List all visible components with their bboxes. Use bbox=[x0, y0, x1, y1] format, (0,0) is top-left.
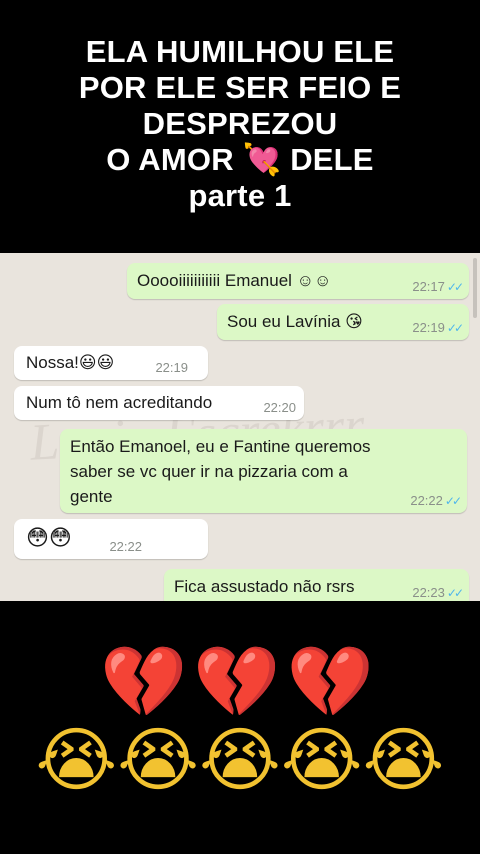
broken-heart-emoji-row: 💔💔💔 bbox=[100, 641, 380, 723]
read-ticks-icon: ✓✓ bbox=[444, 494, 462, 508]
crying-face-emoji-row: 😭😭😭😭😭 bbox=[35, 719, 445, 801]
message-text: Num tô nem acreditando bbox=[26, 393, 213, 412]
message-time: 22:20 bbox=[263, 400, 296, 415]
message-time: 22:19 bbox=[155, 360, 188, 375]
message-time: 22:17 bbox=[412, 279, 445, 294]
read-ticks-icon: ✓✓ bbox=[446, 586, 464, 600]
message-bubble-outgoing[interactable]: Então Emanoel, eu e Fantine queremos sab… bbox=[60, 429, 467, 513]
message-time: 22:22 bbox=[109, 539, 142, 554]
message-time: 22:19 bbox=[412, 320, 445, 335]
caption-line-3: DESPREZOU bbox=[142, 106, 338, 141]
message-meta: 22:23 ✓✓ bbox=[412, 585, 464, 601]
caption-line-1: ELA HUMILHOU ELE bbox=[85, 34, 395, 69]
read-ticks-icon: ✓✓ bbox=[446, 280, 464, 294]
message-time: 22:22 bbox=[410, 493, 443, 508]
message-bubble-incoming[interactable]: Nossa!😃😃 22:19 bbox=[14, 346, 208, 380]
message-text-line: gente bbox=[70, 487, 113, 506]
caption-line-2: POR ELE SER FEIO E bbox=[78, 70, 402, 105]
message-bubble-outgoing[interactable]: Fica assustado não rsrs 22:23 ✓✓ bbox=[164, 569, 469, 601]
message-text: 😳😳 bbox=[26, 525, 72, 550]
message-meta: 22:19 ✓✓ bbox=[412, 320, 464, 336]
scrollbar[interactable] bbox=[473, 258, 477, 318]
message-text: Ooooiiiiiiiiiii Emanuel ☺☺ bbox=[137, 271, 332, 290]
message-text: Sou eu Lavínia 😘 bbox=[227, 312, 363, 331]
caption-line-5: parte 1 bbox=[188, 178, 292, 213]
message-text-line: Então Emanoel, eu e Fantine queremos bbox=[70, 437, 371, 456]
chat-screenshot: Lagia Escrekrrr Ooooiiiiiiiiiii Emanuel … bbox=[0, 253, 480, 601]
message-bubble-incoming[interactable]: 😳😳 22:22 bbox=[14, 519, 208, 559]
message-meta: 22:22 ✓✓ bbox=[410, 493, 462, 509]
message-meta: 22:17 ✓✓ bbox=[412, 279, 464, 295]
read-ticks-icon: ✓✓ bbox=[446, 321, 464, 335]
message-bubble-outgoing[interactable]: Sou eu Lavínia 😘 22:19 ✓✓ bbox=[217, 304, 469, 340]
message-text: Fica assustado não rsrs bbox=[174, 577, 355, 596]
message-text-line: saber se vc quer ir na pizzaria com a bbox=[70, 462, 348, 481]
message-text: Nossa!😃😃 bbox=[26, 353, 115, 372]
message-bubble-incoming[interactable]: Num tô nem acreditando 22:20 bbox=[14, 386, 304, 420]
video-caption-title: ELA HUMILHOU ELE POR ELE SER FEIO E DESP… bbox=[0, 34, 480, 214]
message-bubble-outgoing[interactable]: Ooooiiiiiiiiiii Emanuel ☺☺ 22:17 ✓✓ bbox=[127, 263, 469, 299]
caption-line-4: O AMOR 💘 DELE bbox=[106, 142, 374, 177]
message-time: 22:23 bbox=[412, 585, 445, 600]
